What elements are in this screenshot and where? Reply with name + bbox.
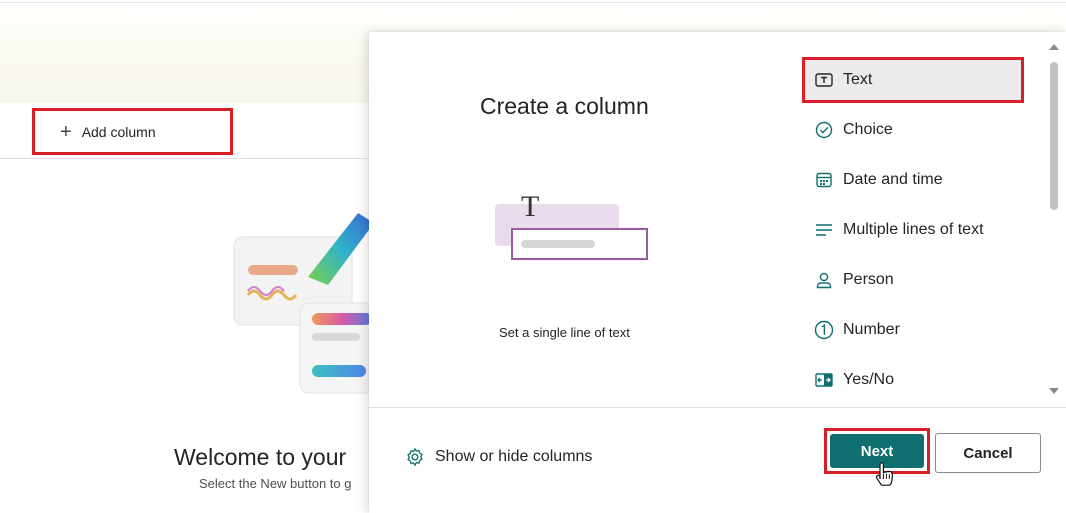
column-type-list: Text Choice Date and time Multiple lines…: [802, 57, 1024, 407]
hand-pointer-cursor-icon: [875, 462, 894, 486]
column-type-scrollbar[interactable]: [1048, 40, 1060, 400]
column-type-yes-no[interactable]: Yes/No: [802, 357, 1024, 403]
multiline-icon: [814, 220, 834, 240]
number-icon: [814, 320, 834, 340]
show-hide-columns-link[interactable]: Show or hide columns: [405, 447, 592, 467]
column-type-label: Text: [843, 71, 873, 88]
column-type-number[interactable]: Number: [802, 307, 1024, 353]
panel-title: Create a column: [480, 93, 649, 119]
calendar-icon: [814, 170, 834, 190]
plus-icon: +: [60, 120, 72, 143]
footer-divider: [369, 407, 1066, 408]
yes-no-icon: [814, 370, 834, 390]
column-type-date-and-time[interactable]: Date and time: [802, 157, 1024, 203]
empty-list-illustration: [233, 213, 378, 394]
column-type-label: Multiple lines of text: [843, 221, 984, 238]
welcome-subtitle: Select the New button to g: [199, 476, 352, 491]
scroll-up-arrow-icon[interactable]: [1049, 44, 1059, 50]
column-type-label: Choice: [843, 121, 893, 138]
svg-text:T: T: [521, 190, 539, 223]
column-type-multiple-lines[interactable]: Multiple lines of text: [802, 207, 1024, 253]
scrollbar-thumb[interactable]: [1050, 62, 1058, 210]
person-icon: [814, 270, 834, 290]
welcome-title: Welcome to your: [174, 444, 347, 470]
preview-caption: Set a single line of text: [499, 325, 630, 340]
cancel-button[interactable]: Cancel: [935, 433, 1041, 473]
text-icon: [814, 70, 834, 90]
screen: + Add column Welcome to your Select the …: [0, 0, 1066, 513]
text-column-preview: T: [495, 190, 648, 260]
scroll-down-arrow-icon[interactable]: [1049, 388, 1059, 394]
column-type-text[interactable]: Text: [802, 57, 1024, 103]
gear-icon: [405, 447, 425, 467]
column-type-choice[interactable]: Choice: [802, 107, 1024, 153]
column-type-label: Yes/No: [843, 371, 894, 388]
create-column-panel: Create a column T Set a single line of t…: [369, 32, 1066, 513]
column-type-label: Number: [843, 321, 900, 338]
show-hide-columns-label: Show or hide columns: [435, 448, 593, 465]
column-type-person[interactable]: Person: [802, 257, 1024, 303]
add-column-label: Add column: [81, 123, 156, 140]
column-type-label: Person: [843, 271, 894, 288]
toolbar-divider: [0, 158, 380, 159]
add-column-button[interactable]: + Add column: [32, 108, 233, 155]
column-type-label: Date and time: [843, 171, 943, 188]
choice-icon: [814, 120, 834, 140]
